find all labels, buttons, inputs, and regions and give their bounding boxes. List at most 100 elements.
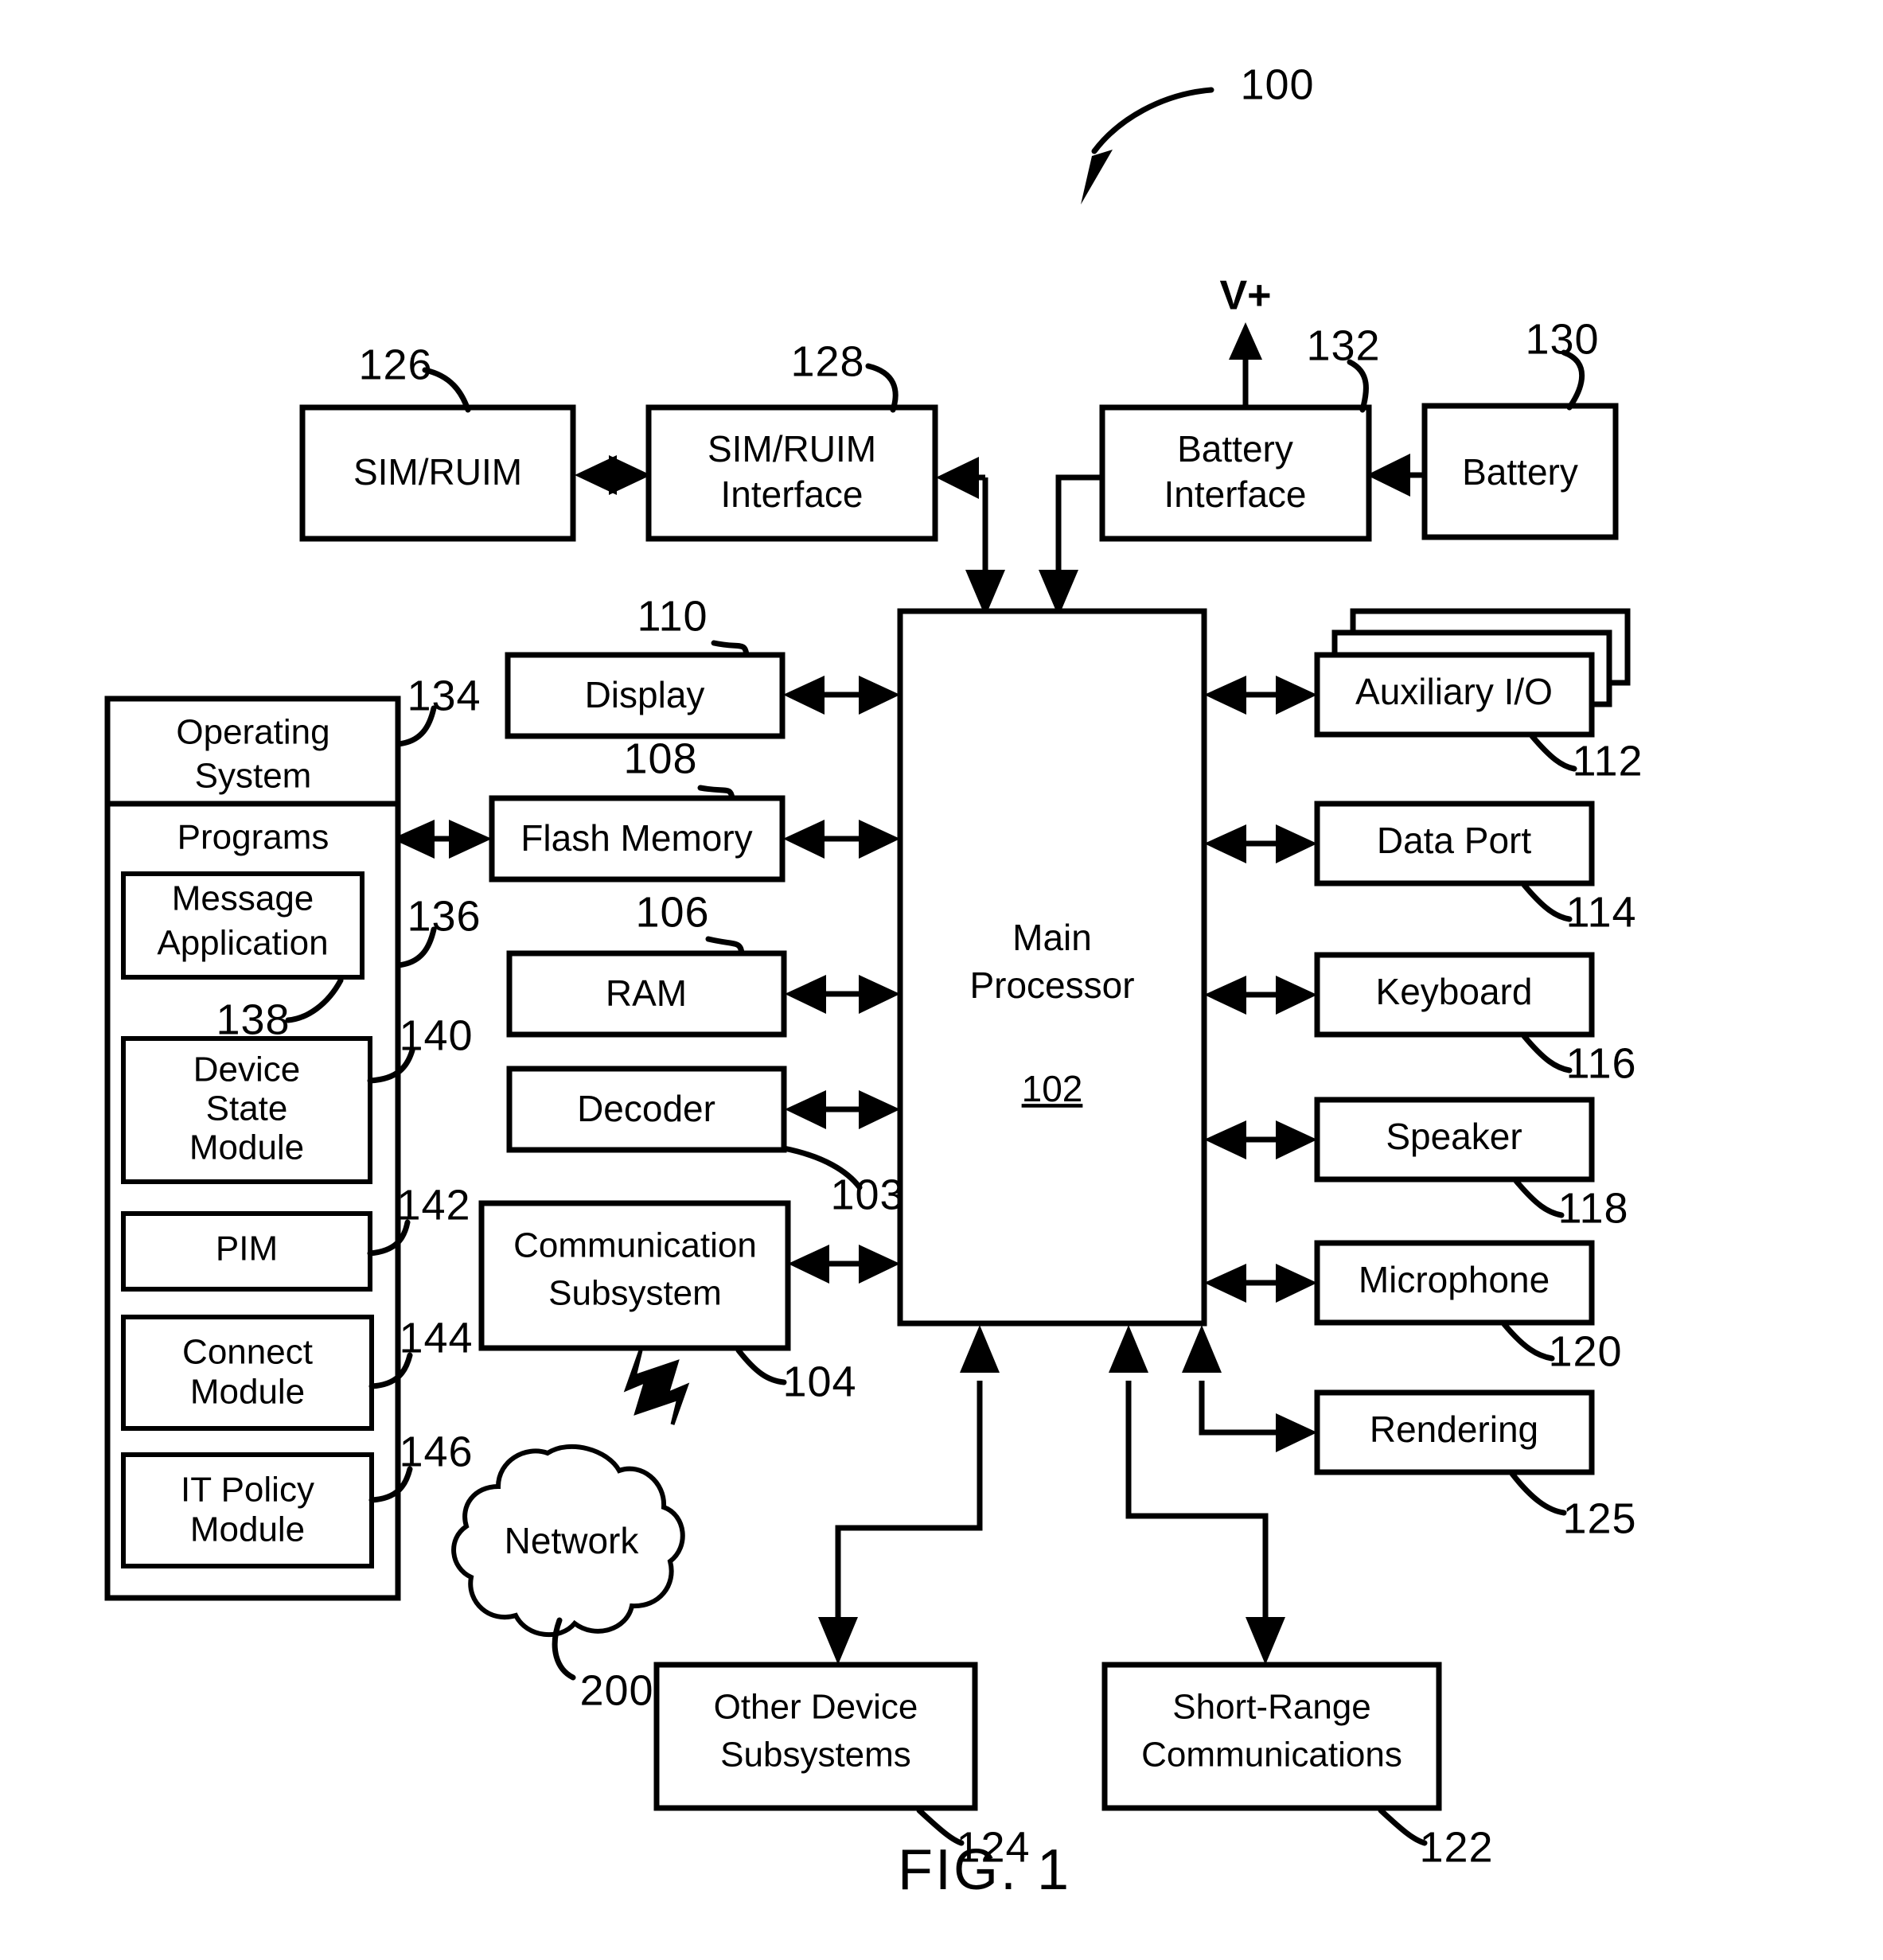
patent-figure-canvas: 100 V+ SIM/RUIM 126 SIM/RUIM Interface 1… [0,0,1883,1960]
connector-keyboard-processor [1204,976,1317,1015]
ref-130: 130 [1525,315,1599,363]
memory-connect-label-1: Connect [182,1333,313,1372]
ref-103: 103 [830,1171,904,1218]
ref-104: 104 [782,1358,856,1405]
ref-136: 136 [407,892,481,940]
block-sim-ruim-interface-label-1: SIM/RUIM [708,428,876,470]
ref-122: 122 [1419,1823,1493,1871]
block-main-processor: Main Processor 102 [897,608,1207,1327]
ref-126-callout: 126 [358,341,471,413]
connector-battery-to-interface [1366,454,1422,497]
ref-136-callout: 136 [395,892,481,968]
ref-122-callout: 122 [1378,1807,1493,1871]
ref-106: 106 [635,888,709,936]
block-decoder-label: Decoder [577,1088,715,1129]
ref-134-callout: 134 [395,672,481,747]
block-microphone: Microphone [1314,1240,1595,1326]
block-other-subsystems-label-1: Other Device [714,1688,918,1727]
block-sim-ruim-interface: SIM/RUIM Interface [645,404,938,542]
ref-103-callout: 103 [781,1145,904,1218]
ref-112: 112 [1572,737,1643,785]
block-display-label: Display [585,674,705,715]
block-speaker-label: Speaker [1386,1116,1522,1157]
block-communication-subsystem-label-2: Subsystem [548,1274,722,1313]
memory-message-app-label-2: Application [157,924,328,963]
block-ram: RAM [506,950,787,1038]
ref-112-callout: 112 [1529,733,1643,785]
block-auxiliary-io: Auxiliary I/O [1314,608,1631,738]
memory-device-state-label-3: Module [189,1128,304,1167]
connector-short-range-processor [1109,1325,1285,1665]
connector-rendering-processor [1182,1325,1317,1452]
block-auxiliary-io-label: Auxiliary I/O [1355,671,1553,712]
memory-device-state-label-2: State [206,1089,288,1128]
memory-message-app-label-1: Message [172,879,314,918]
block-sim-ruim: SIM/RUIM [299,404,576,542]
block-short-range-communications: Short-Range Communications [1101,1662,1442,1811]
block-rendering-label: Rendering [1370,1409,1538,1450]
ref-200-callout: 200 [552,1617,653,1714]
block-short-range-label-2: Communications [1141,1736,1402,1775]
memory-os-label-2: System [195,757,312,796]
ref-128: 128 [790,337,864,385]
ref-106-callout: 106 [635,888,745,957]
ref-134: 134 [407,672,481,719]
connector-flash-processor [783,820,900,859]
memory-device-state-label-1: Device [193,1050,301,1089]
ref-125-callout: 125 [1509,1471,1636,1542]
block-ram-label: RAM [606,972,687,1014]
block-battery-label: Battery [1462,451,1578,493]
figure-ref-100: 100 [1240,60,1314,108]
memory-programs-label: Programs [177,818,329,857]
block-data-port: Data Port [1314,801,1595,886]
v-plus-label: V+ [1219,273,1271,319]
ref-108: 108 [623,735,697,782]
block-keyboard: Keyboard [1314,952,1595,1038]
ref-200: 200 [579,1666,653,1714]
block-microphone-label: Microphone [1359,1259,1550,1300]
block-speaker: Speaker [1314,1097,1595,1183]
block-other-subsystems-label-2: Subsystems [720,1736,911,1775]
memory-it-policy-label-2: Module [190,1510,305,1549]
ref-140: 140 [399,1011,473,1059]
ref-126: 126 [358,341,432,388]
connector-speaker-processor [1204,1120,1317,1159]
block-network-label: Network [505,1520,640,1561]
ref-138: 138 [216,996,290,1043]
ref-118: 118 [1557,1184,1628,1232]
ref-132-callout: 132 [1306,321,1380,413]
memory-programs-panel: Operating System Programs Message Applic… [104,696,401,1601]
ref-114-callout: 114 [1521,882,1636,936]
block-sim-ruim-interface-label-2: Interface [721,473,864,515]
ref-120: 120 [1548,1327,1622,1375]
block-rendering: Rendering [1314,1389,1595,1475]
wireless-link-icon [623,1350,690,1425]
connector-comm-processor [788,1245,900,1284]
block-sim-ruim-label: SIM/RUIM [353,451,522,493]
connector-decoder-processor [785,1090,900,1129]
connector-display-processor [783,676,900,715]
connector-memory-panel-flash [392,820,492,859]
connector-battery-interface-to-processor [1039,474,1102,617]
ref-132: 132 [1306,321,1380,369]
block-communication-subsystem: Communication Subsystem [478,1200,791,1351]
power-output-v-plus: V+ [1219,273,1272,406]
block-network-cloud: Network [451,1444,685,1638]
block-flash-memory-label: Flash Memory [520,817,752,859]
ref-144: 144 [399,1314,473,1362]
ref-114: 114 [1565,888,1636,936]
connector-processor-to-sim-interface [936,457,1005,617]
ref-116: 116 [1565,1039,1636,1087]
block-battery-interface: Battery Interface [1099,404,1372,542]
block-flash-memory: Flash Memory [489,795,786,883]
ref-110: 110 [637,592,708,640]
block-main-processor-label-1: Main [1012,917,1092,958]
ref-118-callout: 118 [1513,1178,1628,1232]
block-decoder: Decoder [506,1066,787,1153]
block-short-range-label-1: Short-Range [1172,1688,1370,1727]
block-main-processor-ref: 102 [1022,1068,1083,1109]
connector-aux-io-processor [1204,676,1317,715]
ref-146: 146 [399,1428,473,1475]
connector-data-port-processor [1204,824,1317,863]
figure-caption: FIG. 1 [898,1838,1071,1902]
